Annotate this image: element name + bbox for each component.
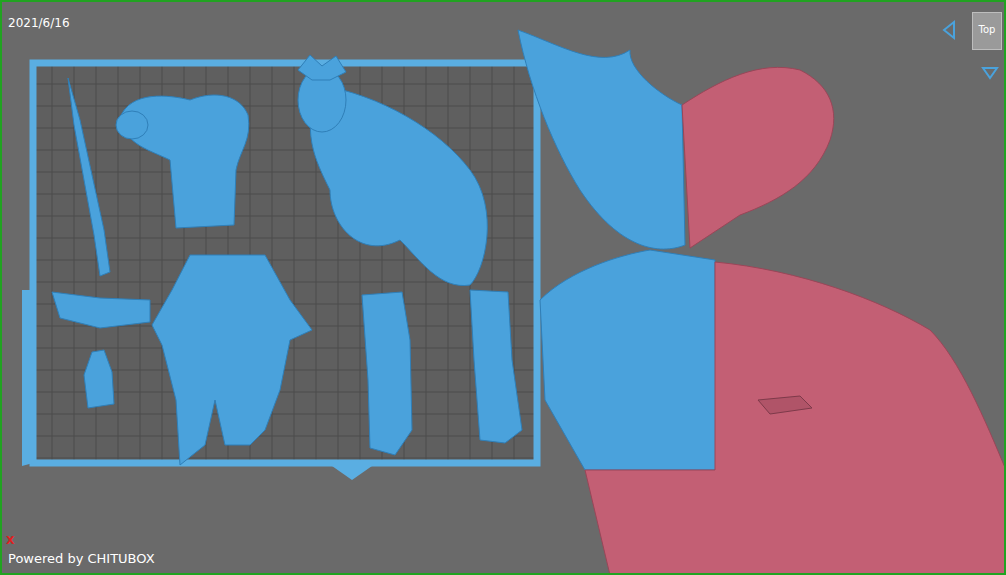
sword-model[interactable] [68,78,110,276]
left-arrow-icon[interactable] [944,22,954,38]
legs-model[interactable] [152,255,312,465]
arm-model[interactable] [52,292,150,328]
head-model[interactable] [298,55,487,286]
axis-label: X [6,534,14,547]
base-model[interactable] [540,250,1006,575]
scene-canvas[interactable] [0,0,1006,575]
chitubox-viewport[interactable]: 2021/6/16 Top X Powered by CHITUBOX [0,0,1006,575]
footer-label: Powered by CHITUBOX [8,551,155,566]
date-label: 2021/6/16 [8,16,70,30]
boots-model[interactable] [362,290,522,455]
view-cube[interactable]: Top [972,12,1002,50]
build-plate [22,63,537,480]
cape-model[interactable] [518,30,834,249]
down-arrow-icon[interactable] [983,68,997,78]
torso-model[interactable] [116,95,249,228]
hand-model[interactable] [84,350,114,408]
